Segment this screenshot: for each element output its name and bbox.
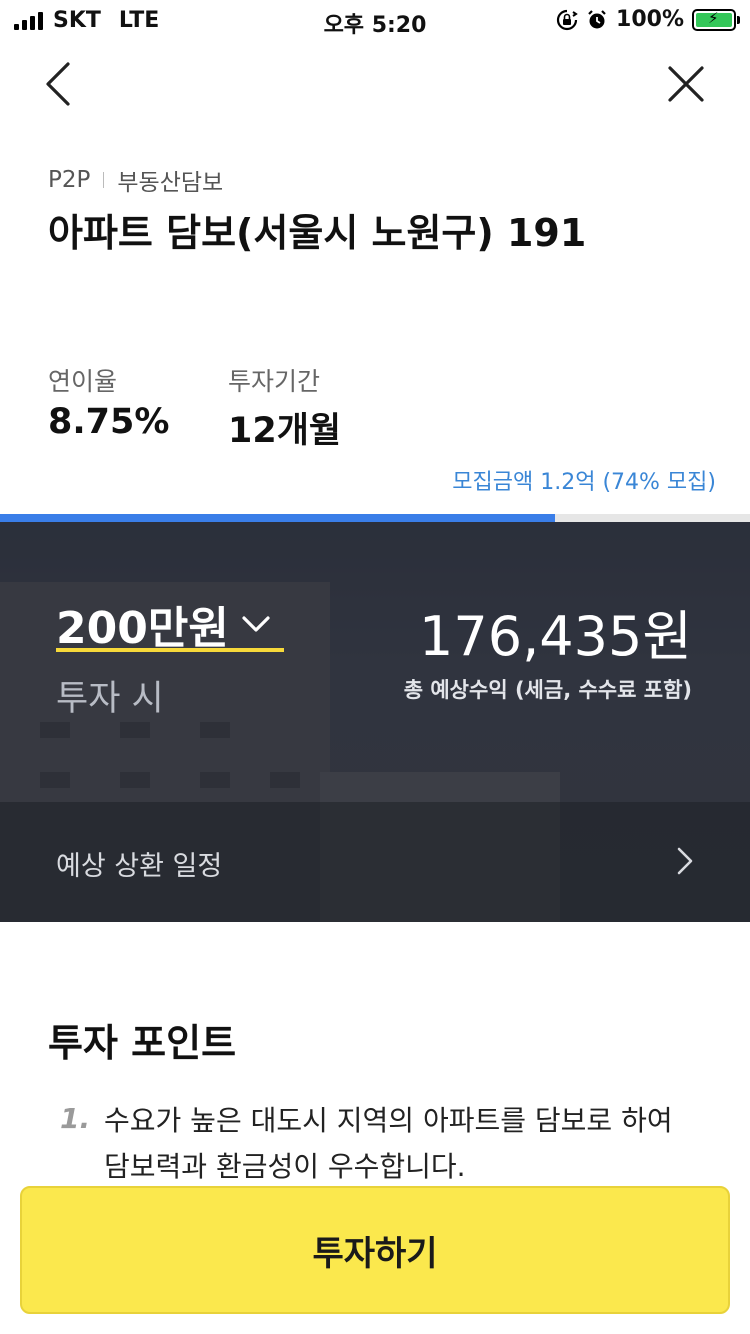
divider: [103, 172, 105, 188]
expected-profit: 176,435원: [419, 605, 692, 668]
recruitment-status: 모집금액 1.2억 (74% 모집): [452, 470, 716, 495]
rate-label: 연이율: [48, 367, 118, 396]
product-title: 아파트 담보(서울시 노원구) 191: [48, 211, 587, 255]
period-value: 12개월: [228, 411, 342, 451]
chevron-left-icon[interactable]: [40, 62, 80, 106]
progress-fill: [0, 514, 555, 522]
amount-underline: [56, 648, 284, 652]
point-text: 수요가 높은 대도시 지역의 아파트를 담보로 하여 담보력과 환금성이 우수합…: [104, 1104, 673, 1183]
alarm-icon: [588, 9, 606, 28]
battery-icon: ⚡: [692, 8, 740, 31]
chevron-down-icon: [242, 616, 270, 632]
category-breadcrumb: P2P 부동산담보: [48, 163, 223, 197]
investment-points-title: 투자 포인트: [48, 1021, 237, 1065]
repayment-schedule-link[interactable]: 예상 상환 일정: [0, 802, 750, 922]
battery-percent: 100%: [616, 7, 684, 32]
amount-caption: 투자 시: [56, 679, 164, 719]
chevron-right-icon: [677, 847, 693, 875]
orientation-lock-icon: [556, 9, 578, 30]
status-right: 100% ⚡: [556, 7, 740, 32]
close-icon[interactable]: [666, 64, 706, 104]
point-number: 1.: [60, 1102, 91, 1135]
category-label: P2P: [48, 167, 91, 193]
investment-calculator: 200만원 투자 시 176,435원 총 예상수익 (세금, 수수료 포함) …: [0, 522, 750, 922]
amount-value: 200만원: [56, 603, 229, 654]
profit-note: 총 예상수익 (세금, 수수료 포함): [403, 678, 692, 702]
rate-value: 8.75%: [48, 402, 170, 442]
list-item: 1. 수요가 높은 대도시 지역의 아파트를 담보로 하여 담보력과 환금성이 …: [60, 1098, 700, 1190]
period-label: 투자기간: [228, 367, 321, 396]
schedule-label: 예상 상환 일정: [56, 851, 223, 882]
recruitment-progress-bar: [0, 514, 750, 522]
subcategory-label: 부동산담보: [117, 170, 224, 196]
status-bar: SKT LTE 오후 5:20 100% ⚡: [0, 0, 750, 40]
invest-button[interactable]: 투자하기: [20, 1186, 730, 1314]
amount-selector[interactable]: 200만원: [56, 592, 273, 656]
